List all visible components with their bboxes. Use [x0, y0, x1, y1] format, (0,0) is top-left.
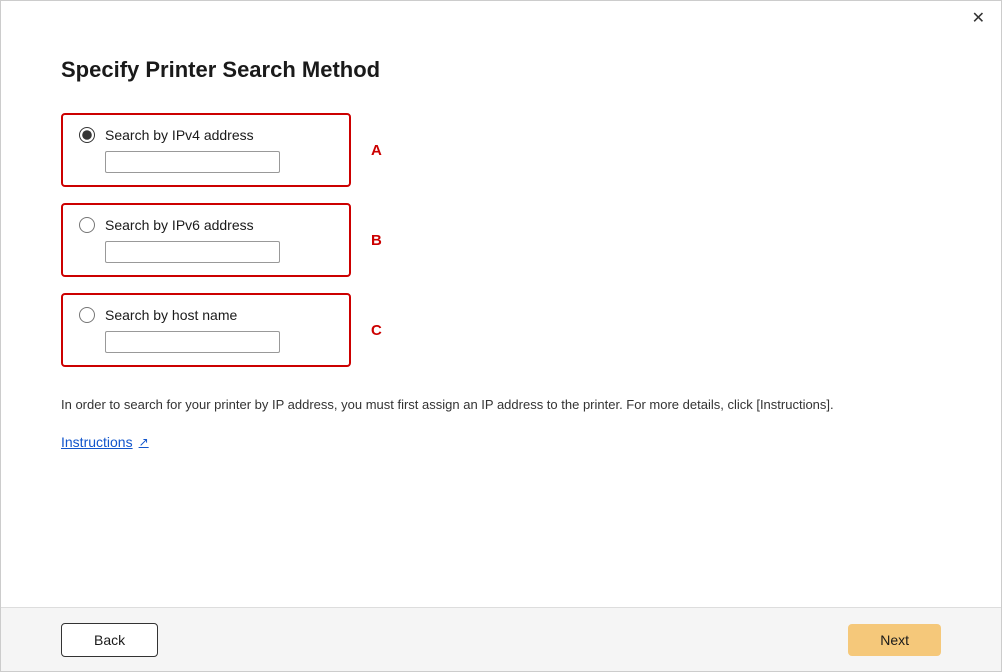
back-button[interactable]: Back [61, 623, 158, 657]
external-link-icon: ↗ [139, 435, 149, 449]
main-window: ✕ Specify Printer Search Method Search b… [0, 0, 1002, 672]
close-button[interactable]: ✕ [968, 9, 989, 29]
label-hostname: Search by host name [105, 307, 237, 323]
letter-b: B [371, 232, 391, 249]
radio-ipv6[interactable] [79, 217, 95, 233]
option-row-ipv4: Search by IPv4 address A [61, 113, 941, 187]
option-label-row-ipv6: Search by IPv6 address [79, 217, 333, 233]
footer: Back Next [1, 607, 1001, 671]
instructions-link[interactable]: Instructions ↗ [61, 434, 149, 450]
input-ipv4[interactable] [105, 151, 280, 173]
option-label-row-hostname: Search by host name [79, 307, 333, 323]
option-row-ipv6: Search by IPv6 address B [61, 203, 941, 277]
label-ipv4: Search by IPv4 address [105, 127, 254, 143]
info-text: In order to search for your printer by I… [61, 395, 841, 416]
radio-hostname[interactable] [79, 307, 95, 323]
option-box-ipv4[interactable]: Search by IPv4 address [61, 113, 351, 187]
letter-a: A [371, 142, 391, 159]
instructions-label: Instructions [61, 434, 133, 450]
letter-c: C [371, 322, 391, 339]
page-title: Specify Printer Search Method [61, 57, 941, 83]
option-row-hostname: Search by host name C [61, 293, 941, 367]
radio-ipv4[interactable] [79, 127, 95, 143]
option-label-row-ipv4: Search by IPv4 address [79, 127, 333, 143]
content-area: Specify Printer Search Method Search by … [1, 37, 1001, 607]
options-area: Search by IPv4 address A Search by IPv6 … [61, 113, 941, 367]
label-ipv6: Search by IPv6 address [105, 217, 254, 233]
option-box-ipv6[interactable]: Search by IPv6 address [61, 203, 351, 277]
title-bar: ✕ [1, 1, 1001, 37]
option-box-hostname[interactable]: Search by host name [61, 293, 351, 367]
input-hostname[interactable] [105, 331, 280, 353]
input-ipv6[interactable] [105, 241, 280, 263]
next-button[interactable]: Next [848, 624, 941, 656]
